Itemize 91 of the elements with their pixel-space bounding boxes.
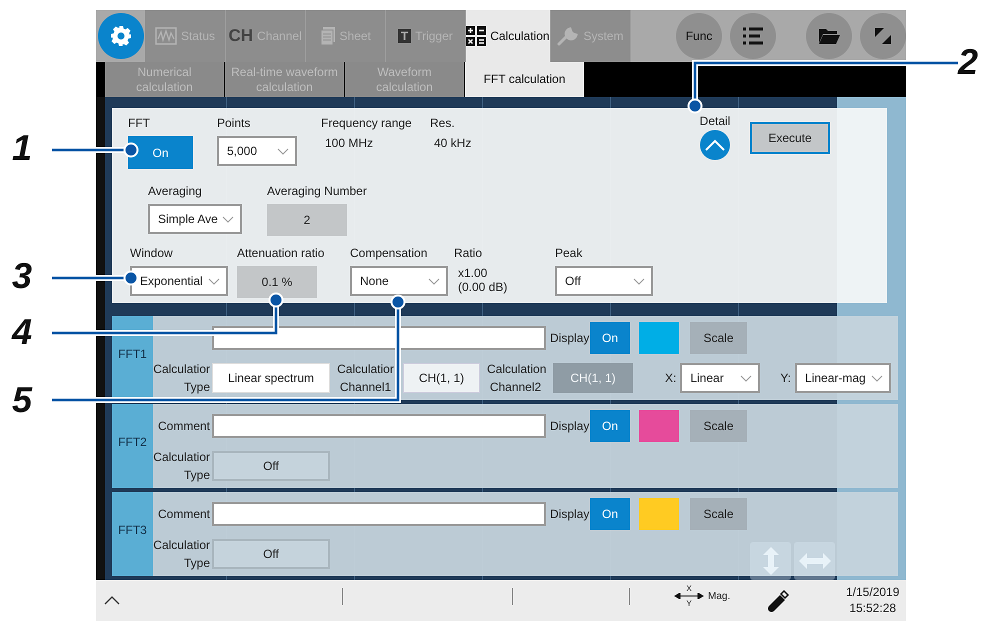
scale-button[interactable]: Scale bbox=[690, 322, 747, 354]
number-field[interactable]: 2 bbox=[267, 204, 347, 236]
display-toggle-button[interactable]: On bbox=[590, 498, 630, 530]
dropdown[interactable]: None bbox=[350, 266, 448, 296]
func-button[interactable]: Func bbox=[676, 13, 722, 59]
tab[interactable]: FFT calculation bbox=[465, 62, 585, 97]
dropdown[interactable]: Simple Ave bbox=[148, 204, 242, 234]
color-swatch[interactable] bbox=[639, 322, 679, 354]
dropdown[interactable]: Linear-mag bbox=[795, 363, 892, 393]
fft-label: FFT3 bbox=[112, 492, 153, 576]
callout-number: 2 bbox=[958, 42, 978, 82]
tab[interactable]: Calculation bbox=[466, 10, 551, 62]
field-label: FFT bbox=[128, 116, 151, 130]
channel-field[interactable]: CH(1, 1) bbox=[403, 363, 480, 393]
chevron-down-icon bbox=[740, 374, 752, 382]
field-label: Points bbox=[217, 116, 252, 130]
chevron-down-icon bbox=[277, 148, 289, 154]
magnification-label: Mag. bbox=[708, 590, 730, 602]
list-button[interactable] bbox=[730, 13, 776, 59]
vertical-arrow-button[interactable] bbox=[750, 542, 791, 580]
number-field[interactable]: 0.1 % bbox=[237, 266, 317, 298]
settings-icon bbox=[98, 13, 144, 59]
field-label: Averaging Number bbox=[267, 184, 368, 198]
settings-button[interactable] bbox=[96, 10, 146, 62]
display-toggle-button[interactable]: On bbox=[590, 322, 630, 354]
field-label: Calculatior Type bbox=[153, 449, 211, 484]
field-label: Detail bbox=[700, 114, 730, 128]
field-label: Calculation Channel2 bbox=[487, 361, 544, 396]
field-label: Compensation bbox=[350, 246, 428, 260]
up-down-arrow-icon bbox=[760, 546, 780, 576]
field-label: Window bbox=[130, 246, 174, 260]
usb-drive-icon bbox=[766, 589, 790, 613]
diagonal-arrows-icon bbox=[873, 26, 894, 46]
display-toggle-button[interactable]: On bbox=[590, 410, 630, 442]
chevron-down-icon bbox=[222, 216, 234, 222]
field-label: Y: bbox=[780, 371, 792, 385]
field-label: Display bbox=[550, 331, 590, 345]
field-label: Calculatior Channel1 bbox=[337, 361, 394, 396]
chevron-down-icon bbox=[208, 278, 220, 284]
chevron-down-icon bbox=[871, 374, 884, 382]
dropdown[interactable]: 5,000 bbox=[217, 136, 297, 166]
chevron-down-icon bbox=[428, 278, 440, 284]
fft-label: FFT2 bbox=[112, 404, 153, 488]
field-label: X: bbox=[665, 371, 676, 385]
sheets-icon bbox=[320, 26, 336, 46]
scale-button[interactable]: Scale bbox=[690, 410, 747, 442]
value-text: x1.00 (0.00 dB) bbox=[457, 266, 508, 294]
folder-icon bbox=[818, 27, 840, 45]
field-label: Display bbox=[550, 507, 590, 521]
expand-button[interactable] bbox=[860, 13, 906, 59]
field-label: Calculatior Type bbox=[153, 361, 211, 396]
chevron-down-icon bbox=[633, 278, 645, 284]
color-swatch[interactable] bbox=[639, 410, 679, 442]
color-swatch[interactable] bbox=[639, 498, 679, 530]
field-label: Calculatior Type bbox=[153, 537, 211, 572]
chevron-up-icon bbox=[705, 139, 725, 151]
field-label: Res. bbox=[430, 116, 456, 130]
toggle-button[interactable]: On bbox=[128, 136, 193, 169]
field-label: Peak bbox=[555, 246, 584, 260]
wrench-icon bbox=[557, 26, 580, 46]
scale-button[interactable]: Scale bbox=[690, 498, 747, 530]
left-right-arrow-icon bbox=[798, 552, 832, 570]
comment-field[interactable] bbox=[212, 326, 546, 350]
waveform-icon bbox=[154, 27, 177, 45]
value-text: 100 MHz bbox=[324, 136, 374, 150]
field-label: Ratio bbox=[454, 246, 484, 260]
callout-number: 3 bbox=[12, 256, 32, 296]
comment-field[interactable] bbox=[212, 502, 546, 526]
field-label: Averaging bbox=[148, 184, 203, 198]
calculator-icon bbox=[466, 26, 486, 46]
dropdown[interactable]: Off bbox=[555, 266, 653, 296]
folder-button[interactable] bbox=[806, 13, 852, 59]
comment-field[interactable] bbox=[212, 414, 546, 438]
date-time-text: 1/15/2019 15:52:28 bbox=[846, 584, 900, 616]
list-icon bbox=[742, 27, 764, 45]
calculation-type-field[interactable]: Linear spectrum bbox=[212, 363, 330, 393]
value-text: 40 kHz bbox=[433, 136, 472, 150]
horizontal-arrow-button[interactable] bbox=[794, 542, 835, 580]
field-label: Frequency range bbox=[321, 116, 413, 130]
caret-up-icon[interactable] bbox=[104, 596, 120, 605]
callout-number: 4 bbox=[12, 312, 32, 352]
field-label: Comment bbox=[158, 506, 210, 520]
field-label: Attenuation ratio bbox=[237, 246, 326, 260]
field-label: Display bbox=[550, 419, 590, 433]
execute-button[interactable]: Execute bbox=[750, 122, 830, 154]
dropdown[interactable]: Exponential bbox=[130, 266, 228, 296]
detail-toggle-button[interactable] bbox=[700, 130, 730, 160]
callout-number: 1 bbox=[12, 128, 32, 168]
callout-number: 5 bbox=[12, 380, 32, 420]
field-label: Comment bbox=[158, 418, 210, 432]
dropdown[interactable]: Linear bbox=[680, 363, 760, 393]
